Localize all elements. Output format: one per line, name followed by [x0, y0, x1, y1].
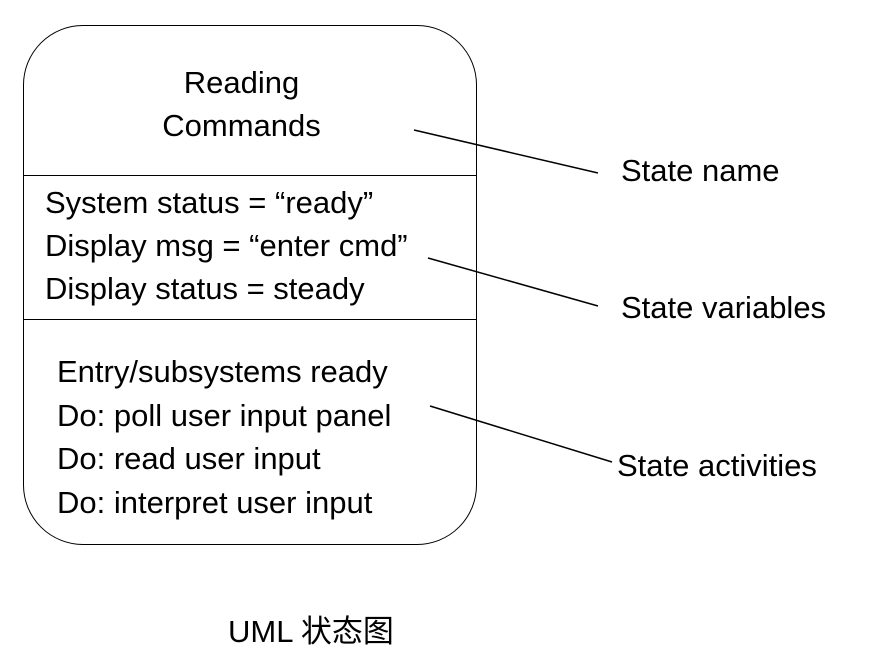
diagram-caption: UML 状态图 [228, 614, 394, 650]
state-name-section: Reading Commands [24, 61, 459, 147]
state-variables-annotation: State variables [621, 290, 827, 325]
caption-latin: UML [228, 614, 301, 649]
state-activity: Do: read user input [57, 441, 321, 476]
state-box: Reading Commands System status = “ready”… [23, 25, 477, 545]
state-name-annotation: State name [621, 153, 780, 188]
state-activity: Do: interpret user input [57, 484, 373, 520]
state-variable: Display status = steady [45, 271, 365, 306]
variables-activities-divider [24, 319, 476, 320]
state-variable: System status = “ready” [45, 185, 374, 220]
state-name-line-1: Reading [183, 65, 300, 100]
state-activities-annotation: State activities [617, 448, 817, 483]
name-variables-divider [24, 175, 476, 176]
state-name-line-2: Commands [162, 108, 321, 143]
state-variables-section: System status = “ready” Display msg = “e… [45, 181, 408, 310]
state-activities-section: Entry/subsystems ready Do: poll user inp… [57, 350, 391, 524]
state-variable: Display msg = “enter cmd” [45, 228, 408, 263]
state-activity: Entry/subsystems ready [57, 354, 388, 389]
caption-cjk: 状态图 [300, 614, 394, 650]
state-activity: Do: poll user input panel [57, 397, 392, 433]
